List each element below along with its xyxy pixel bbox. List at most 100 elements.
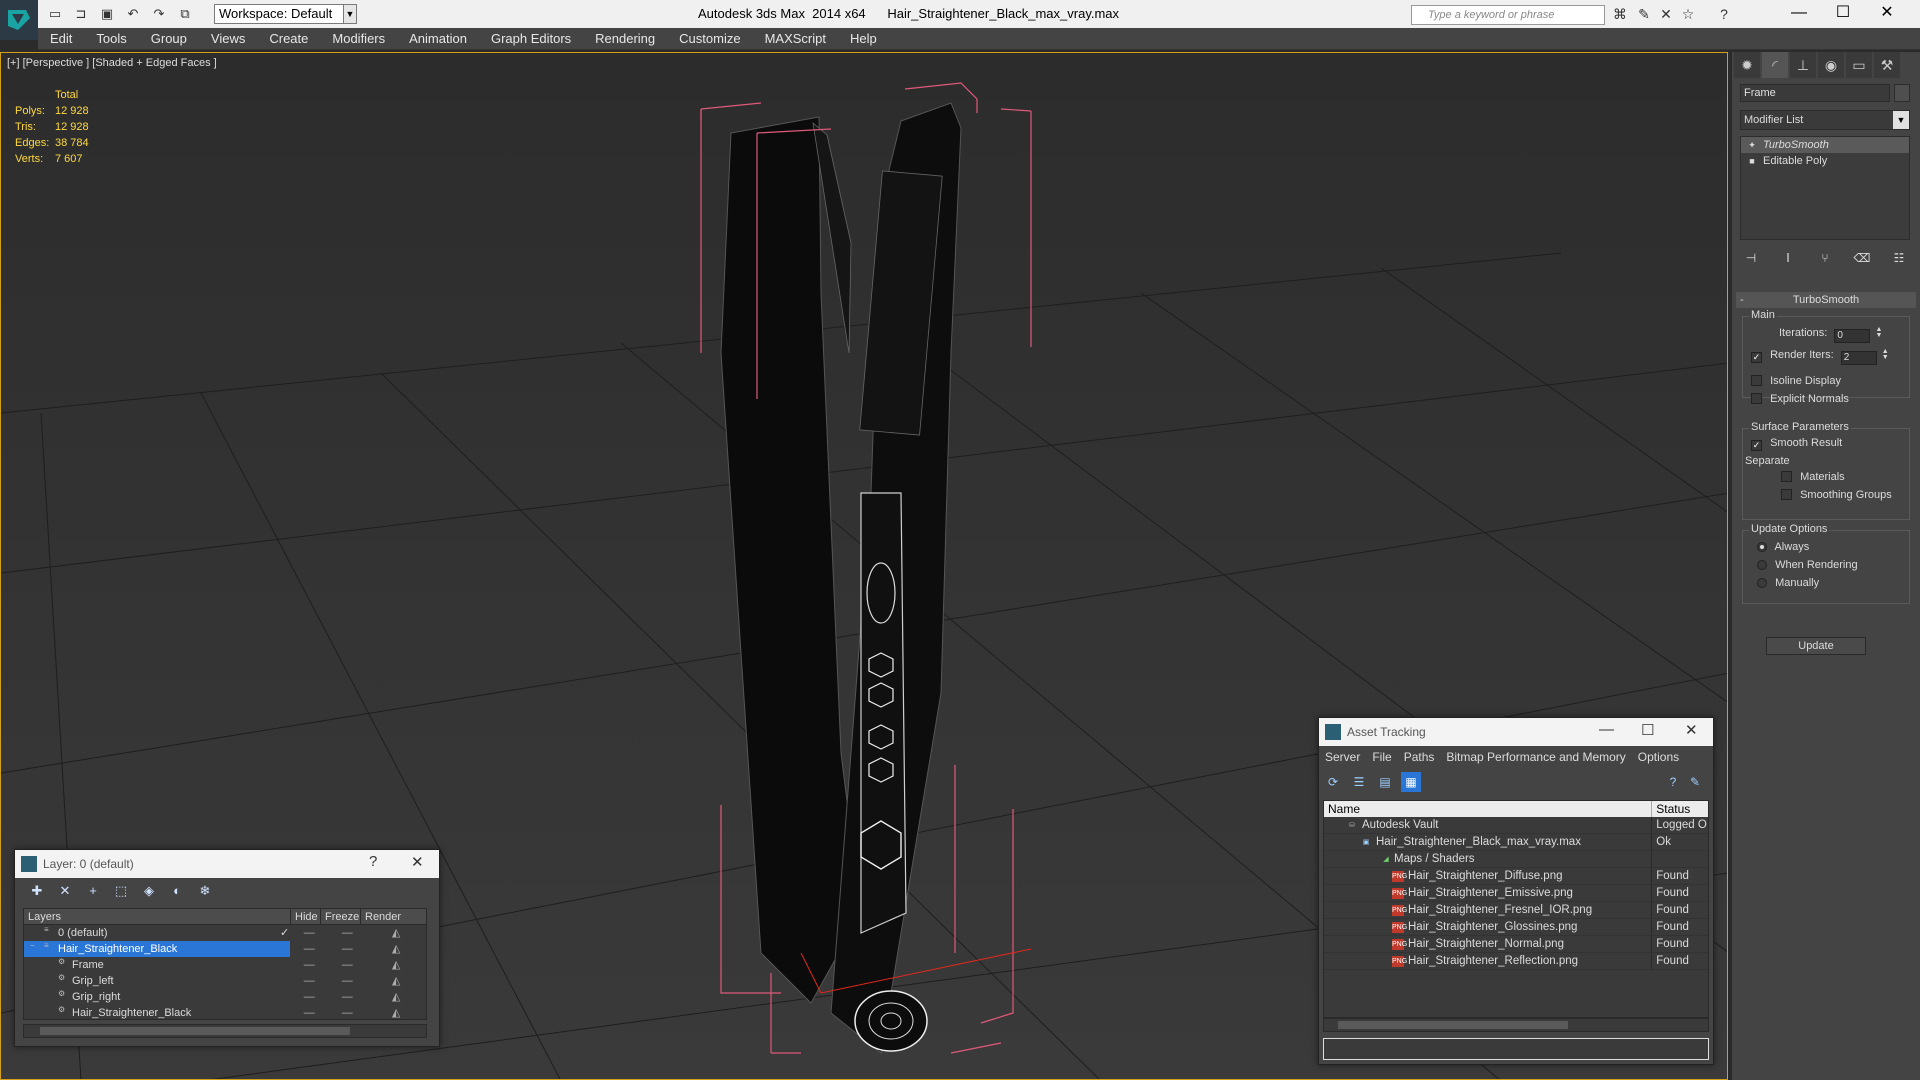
- render-toggle-icon[interactable]: ◭: [366, 1005, 426, 1021]
- freeze-toggle-icon[interactable]: —: [328, 989, 366, 1005]
- asset-row[interactable]: PNG Hair_Straightener_Fresnel_IOR.png Fou…: [1324, 902, 1708, 919]
- when-rendering-radio[interactable]: [1757, 560, 1767, 570]
- maximize-button[interactable]: ☐: [1820, 0, 1866, 28]
- render-toggle-icon[interactable]: ◭: [366, 941, 426, 957]
- select-objects-icon[interactable]: ⬚: [109, 881, 133, 901]
- smooth-result-control[interactable]: ✓ Smooth Result: [1751, 437, 1842, 451]
- column-header-layers[interactable]: Layers: [24, 909, 291, 924]
- menu-group[interactable]: Group: [139, 28, 199, 49]
- menu-rendering[interactable]: Rendering: [583, 28, 667, 49]
- asset-path-field[interactable]: [1323, 1038, 1709, 1060]
- asset-row[interactable]: ▣ Hair_Straightener_Black_max_vray.max Ok: [1324, 834, 1708, 851]
- freeze-toggle-icon[interactable]: —: [328, 973, 366, 989]
- smooth-result-checkbox[interactable]: ✓: [1751, 440, 1762, 451]
- smoothing-groups-checkbox[interactable]: [1781, 489, 1792, 500]
- object-color-swatch[interactable]: [1894, 84, 1910, 102]
- help-tooltip-icon[interactable]: ✎: [1685, 772, 1705, 792]
- menu-server[interactable]: Server: [1325, 746, 1360, 768]
- column-header-render[interactable]: Render: [361, 909, 421, 924]
- favorites-star-icon[interactable]: ☆: [1678, 6, 1698, 24]
- update-always-control[interactable]: Always: [1757, 541, 1809, 553]
- column-header-name[interactable]: Name: [1324, 801, 1653, 817]
- asset-row[interactable]: ◢ Maps / Shaders: [1324, 851, 1708, 868]
- explicit-normals-checkbox[interactable]: [1751, 393, 1762, 404]
- make-unique-icon[interactable]: ⑂: [1814, 248, 1836, 268]
- hide-toggle-icon[interactable]: —: [290, 989, 328, 1005]
- layer-row[interactable]: ⚙ Frame — — ◭: [24, 957, 426, 973]
- maximize-icon[interactable]: ☐: [1641, 721, 1654, 739]
- render-toggle-icon[interactable]: ◭: [366, 957, 426, 973]
- menu-customize[interactable]: Customize: [667, 28, 752, 49]
- isoline-control[interactable]: Isoline Display: [1751, 375, 1841, 387]
- freeze-toggle-icon[interactable]: —: [328, 941, 366, 957]
- help-icon[interactable]: ?: [1714, 6, 1734, 24]
- hierarchy-tab-icon[interactable]: ⊥: [1790, 52, 1816, 78]
- render-iters-spinner[interactable]: 2: [1840, 351, 1877, 365]
- utilities-tab-icon[interactable]: ⚒: [1874, 52, 1900, 78]
- menu-help[interactable]: Help: [838, 28, 889, 49]
- scrollbar-thumb[interactable]: [40, 1027, 350, 1035]
- asset-window-titlebar[interactable]: Asset Tracking — ☐ ✕: [1319, 718, 1713, 746]
- create-tab-icon[interactable]: ✹: [1734, 52, 1760, 78]
- smoothing-groups-control[interactable]: Smoothing Groups: [1781, 489, 1892, 501]
- layer-window-titlebar[interactable]: Layer: 0 (default) ? ✕: [15, 850, 439, 878]
- asset-row[interactable]: PNG Hair_Straightener_Glossines.png Found: [1324, 919, 1708, 936]
- menu-graph-editors[interactable]: Graph Editors: [479, 28, 583, 49]
- render-toggle-icon[interactable]: ◭: [366, 925, 426, 941]
- menu-file[interactable]: File: [1372, 746, 1391, 768]
- horizontal-scrollbar[interactable]: [23, 1024, 427, 1038]
- spinner-arrows-icon[interactable]: ▲ ▼: [1875, 326, 1882, 339]
- hide-all-icon[interactable]: ◐: [165, 881, 189, 901]
- column-header-status[interactable]: Status: [1652, 801, 1708, 817]
- asset-row[interactable]: PNG Hair_Straightener_Diffuse.png Found: [1324, 868, 1708, 885]
- menu-bitmap-performance[interactable]: Bitmap Performance and Memory: [1446, 746, 1625, 768]
- update-button[interactable]: Update: [1766, 637, 1866, 655]
- menu-modifiers[interactable]: Modifiers: [320, 28, 397, 49]
- display-tab-icon[interactable]: ▭: [1846, 52, 1872, 78]
- redo-icon[interactable]: ↷: [148, 4, 170, 24]
- configure-modifier-sets-icon[interactable]: ☷: [1888, 248, 1910, 268]
- chevron-down-icon[interactable]: ▼: [1893, 111, 1909, 129]
- delete-layer-icon[interactable]: ✕: [53, 881, 77, 901]
- explicit-normals-control[interactable]: Explicit Normals: [1751, 393, 1849, 405]
- hide-toggle-icon[interactable]: —: [290, 973, 328, 989]
- menu-views[interactable]: Views: [199, 28, 257, 49]
- thumbnail-view-icon[interactable]: ▤: [1375, 772, 1395, 792]
- layer-row[interactable]: ⚙ Hair_Straightener_Black — — ◭: [24, 1005, 426, 1021]
- viewport-label[interactable]: [+] [Perspective ] [Shaded + Edged Faces…: [7, 57, 217, 69]
- help-icon[interactable]: ?: [1663, 772, 1683, 792]
- materials-checkbox[interactable]: [1781, 471, 1792, 482]
- manually-radio[interactable]: [1757, 578, 1767, 588]
- freeze-toggle-icon[interactable]: —: [328, 1005, 366, 1021]
- workspace-dropdown[interactable]: Workspace: Default: [214, 4, 344, 24]
- expand-icon[interactable]: ■: [1747, 156, 1757, 166]
- render-iters-checkbox[interactable]: ✓: [1751, 352, 1762, 363]
- modify-tab-icon[interactable]: ◜: [1762, 52, 1788, 78]
- close-icon[interactable]: ✕: [411, 853, 424, 871]
- menu-animation[interactable]: Animation: [397, 28, 479, 49]
- close-button[interactable]: ✕: [1864, 0, 1910, 28]
- menu-paths[interactable]: Paths: [1404, 746, 1435, 768]
- minimize-icon[interactable]: —: [1599, 721, 1614, 738]
- asset-row[interactable]: PNG Hair_Straightener_Reflection.png Foun…: [1324, 953, 1708, 970]
- hide-toggle-icon[interactable]: —: [290, 941, 328, 957]
- show-end-result-icon[interactable]: Ⅰ: [1777, 248, 1799, 268]
- lightbulb-icon[interactable]: ✦: [1747, 140, 1757, 150]
- isoline-checkbox[interactable]: [1751, 375, 1762, 386]
- hide-toggle-icon[interactable]: —: [290, 925, 328, 941]
- highlight-layer-icon[interactable]: ◈: [137, 881, 161, 901]
- menu-tools[interactable]: Tools: [84, 28, 138, 49]
- turbosmooth-rollout-header[interactable]: - TurboSmooth: [1736, 292, 1916, 308]
- close-icon[interactable]: ✕: [1685, 721, 1698, 739]
- hide-toggle-icon[interactable]: —: [290, 957, 328, 973]
- pin-stack-icon[interactable]: ⊣: [1740, 248, 1762, 268]
- render-toggle-icon[interactable]: ◭: [366, 989, 426, 1005]
- minimize-button[interactable]: —: [1776, 0, 1822, 28]
- undo-icon[interactable]: ↶: [122, 4, 144, 24]
- horizontal-scrollbar[interactable]: [1323, 1018, 1709, 1032]
- iterations-spinner[interactable]: 0: [1834, 329, 1871, 343]
- create-layer-icon[interactable]: ✚: [25, 881, 49, 901]
- chevron-down-icon[interactable]: ▼: [343, 4, 357, 24]
- render-toggle-icon[interactable]: ◭: [366, 973, 426, 989]
- scrollbar-thumb[interactable]: [1338, 1021, 1568, 1029]
